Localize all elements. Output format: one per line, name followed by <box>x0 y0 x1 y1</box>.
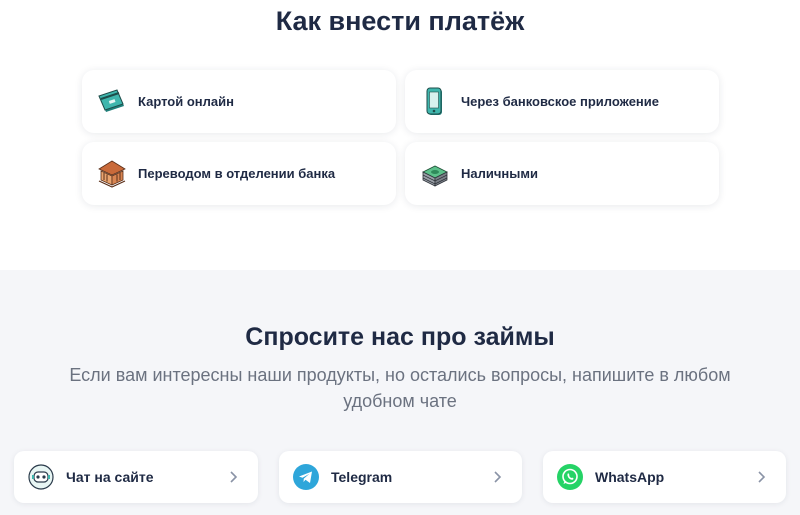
chat-label: Telegram <box>331 469 393 485</box>
chevron-right-icon <box>226 470 240 484</box>
ask-title: Спросите нас про займы <box>245 323 555 351</box>
telegram-icon <box>293 464 319 490</box>
robot-icon <box>28 464 54 490</box>
cash-icon <box>419 158 451 190</box>
payment-method-label: Наличными <box>461 166 538 181</box>
phone-icon <box>419 86 451 118</box>
chat-whatsapp-button[interactable]: WhatsApp <box>543 451 786 503</box>
chat-label: Чат на сайте <box>66 469 154 485</box>
payment-method-label: Переводом в отделении банка <box>138 166 336 181</box>
payment-section <box>0 0 800 270</box>
chat-telegram-button[interactable]: Telegram <box>279 451 522 503</box>
whatsapp-icon <box>557 464 583 490</box>
payment-method-card-app[interactable]: Через банковское приложение <box>405 70 719 133</box>
chevron-right-icon <box>754 470 768 484</box>
chat-label: WhatsApp <box>595 469 665 485</box>
payment-method-label: Картой онлайн <box>138 94 234 109</box>
chat-site-button[interactable]: Чат на сайте <box>14 451 258 503</box>
payment-method-label: Через банковское приложение <box>461 94 660 109</box>
card-icon <box>96 86 128 118</box>
payment-method-card-online[interactable]: Картой онлайн <box>82 70 396 133</box>
ask-subtitle: Если вам интересны наши продукты, но ост… <box>69 365 731 411</box>
chevron-right-icon <box>490 470 504 484</box>
bank-icon <box>96 158 128 190</box>
payment-method-card-bank[interactable]: Переводом в отделении банка <box>82 142 396 205</box>
payment-method-card-cash[interactable]: Наличными <box>405 142 719 205</box>
payment-title: Как внести платёж <box>275 6 525 36</box>
